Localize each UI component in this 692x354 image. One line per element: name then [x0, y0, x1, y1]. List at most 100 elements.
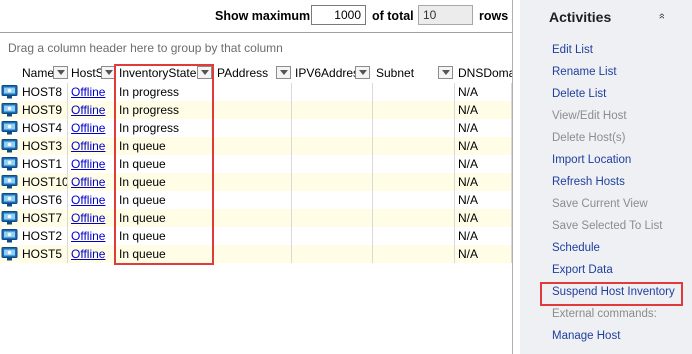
- filter-dropdown-icon[interactable]: [197, 66, 212, 79]
- filter-dropdown-icon[interactable]: [438, 66, 453, 79]
- table-row[interactable]: HOST1 Offline In queue N/A: [0, 155, 512, 173]
- dns-value: N/A: [458, 229, 479, 243]
- cell-name: HOST8: [19, 83, 68, 101]
- filter-dropdown-icon[interactable]: [101, 66, 116, 79]
- dns-value: N/A: [458, 175, 479, 189]
- cell-ip-address: [214, 209, 292, 227]
- host-status-link[interactable]: Offline: [71, 229, 105, 243]
- rows-label: rows: [479, 9, 509, 23]
- activity-import-location[interactable]: Import Location: [552, 154, 631, 166]
- cell-subnet: [373, 209, 455, 227]
- name-value: HOST7: [22, 211, 63, 225]
- cell-ipv6-address: [292, 173, 373, 191]
- show-maximum-input[interactable]: [311, 5, 366, 25]
- activity-manage-host[interactable]: Manage Host: [552, 330, 620, 342]
- column-header-subnet[interactable]: Subnet: [373, 64, 455, 82]
- column-header-dns-domain[interactable]: DNSDomai: [455, 64, 512, 82]
- cell-host-status: Offline: [68, 173, 116, 191]
- activity-suspend-host-inventory[interactable]: Suspend Host Inventory: [552, 286, 675, 298]
- host-status-link[interactable]: Offline: [71, 85, 105, 99]
- monitor-icon: [1, 121, 18, 135]
- cell-ip-address: [214, 83, 292, 101]
- activities-title: Activities: [549, 9, 612, 25]
- cell-name: HOST1: [19, 155, 68, 173]
- cell-host-status: Offline: [68, 209, 116, 227]
- activity-edit-list[interactable]: Edit List: [552, 44, 593, 56]
- host-status-link[interactable]: Offline: [71, 157, 105, 171]
- cell-ip-address: [214, 137, 292, 155]
- cell-inventory-state: In queue: [116, 209, 214, 227]
- dns-value: N/A: [458, 139, 479, 153]
- column-header-ipv6-address[interactable]: IPV6Address: [292, 64, 373, 82]
- table-row[interactable]: HOST10 Offline In queue N/A: [0, 173, 512, 191]
- activity-refresh-hosts[interactable]: Refresh Hosts: [552, 176, 625, 188]
- filter-dropdown-icon[interactable]: [355, 66, 370, 79]
- activity-export-data[interactable]: Export Data: [552, 264, 613, 276]
- column-header-host-status[interactable]: HostS: [68, 64, 116, 82]
- name-value: HOST1: [22, 157, 63, 171]
- name-value: HOST2: [22, 229, 63, 243]
- host-status-link[interactable]: Offline: [71, 139, 105, 153]
- dns-value: N/A: [458, 85, 479, 99]
- of-total-label: of total: [372, 9, 414, 23]
- inventory-value: In queue: [119, 175, 166, 189]
- host-status-link[interactable]: Offline: [71, 175, 105, 189]
- activity-schedule[interactable]: Schedule: [552, 242, 600, 254]
- cell-ip-address: [214, 227, 292, 245]
- table-row[interactable]: HOST8 Offline In progress N/A: [0, 83, 512, 101]
- cell-host-status: Offline: [68, 245, 116, 263]
- cell-name: HOST10: [19, 173, 68, 191]
- cell-name: HOST7: [19, 209, 68, 227]
- activity-rename-list[interactable]: Rename List: [552, 66, 617, 78]
- activities-panel: Activities » Edit List Rename List Delete …: [520, 0, 692, 354]
- cell-dns-domain: N/A: [455, 101, 512, 119]
- name-value: HOST3: [22, 139, 63, 153]
- host-status-link[interactable]: Offline: [71, 103, 105, 117]
- cell-host-status: Offline: [68, 83, 116, 101]
- cell-subnet: [373, 155, 455, 173]
- chevron-up-icon[interactable]: »: [656, 13, 668, 19]
- monitor-icon: [1, 211, 18, 225]
- table-row[interactable]: HOST6 Offline In queue N/A: [0, 191, 512, 209]
- name-value: HOST4: [22, 121, 63, 135]
- name-value: HOST9: [22, 103, 63, 117]
- monitor-icon: [1, 229, 18, 243]
- host-status-link[interactable]: Offline: [71, 247, 105, 261]
- cell-subnet: [373, 191, 455, 209]
- cell-dns-domain: N/A: [455, 137, 512, 155]
- table-row[interactable]: HOST3 Offline In queue N/A: [0, 137, 512, 155]
- cell-ip-address: [214, 191, 292, 209]
- host-status-link[interactable]: Offline: [71, 211, 105, 225]
- cell-name: HOST9: [19, 101, 68, 119]
- cell-subnet: [373, 101, 455, 119]
- monitor-icon: [1, 175, 18, 189]
- table-row[interactable]: HOST2 Offline In queue N/A: [0, 227, 512, 245]
- cell-ip-address: [214, 119, 292, 137]
- activity-delete-list[interactable]: Delete List: [552, 88, 606, 100]
- cell-ipv6-address: [292, 101, 373, 119]
- cell-ip-address: [214, 101, 292, 119]
- table-row[interactable]: HOST7 Offline In queue N/A: [0, 209, 512, 227]
- cell-dns-domain: N/A: [455, 155, 512, 173]
- cell-dns-domain: N/A: [455, 119, 512, 137]
- cell-dns-domain: N/A: [455, 191, 512, 209]
- inventory-value: In queue: [119, 229, 166, 243]
- host-status-link[interactable]: Offline: [71, 193, 105, 207]
- table-row[interactable]: HOST4 Offline In progress N/A: [0, 119, 512, 137]
- cell-ip-address: [214, 245, 292, 263]
- activity-external-commands: External commands:: [552, 308, 657, 320]
- cell-host-status: Offline: [68, 155, 116, 173]
- filter-dropdown-icon[interactable]: [53, 66, 68, 79]
- filter-dropdown-icon[interactable]: [276, 66, 291, 79]
- table-row[interactable]: HOST9 Offline In progress N/A: [0, 101, 512, 119]
- column-header-ip-address[interactable]: PAddress: [214, 64, 292, 82]
- monitor-icon: [1, 193, 18, 207]
- column-header-name[interactable]: Name: [19, 64, 69, 82]
- table-row[interactable]: HOST5 Offline In queue N/A: [0, 245, 512, 263]
- cell-dns-domain: N/A: [455, 83, 512, 101]
- total-rows-field: [418, 5, 473, 25]
- cell-name: HOST2: [19, 227, 68, 245]
- cell-dns-domain: N/A: [455, 209, 512, 227]
- host-status-link[interactable]: Offline: [71, 121, 105, 135]
- column-header-inventory-state[interactable]: InventoryState: [116, 64, 214, 82]
